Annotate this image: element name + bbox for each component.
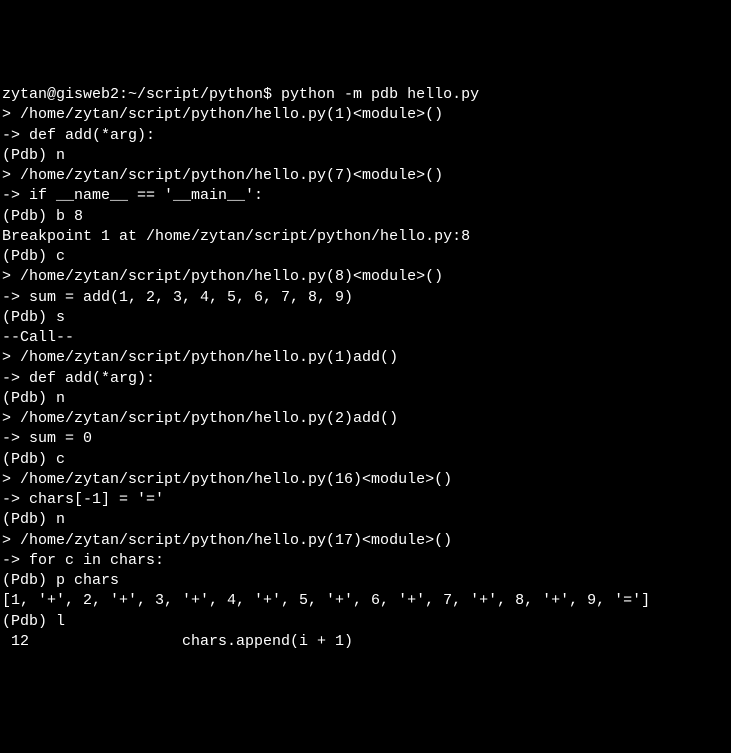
terminal-line: > /home/zytan/script/python/hello.py(1)a… bbox=[2, 348, 729, 368]
terminal-line: -> chars[-1] = '=' bbox=[2, 490, 729, 510]
terminal-line: (Pdb) s bbox=[2, 308, 729, 328]
terminal-line: (Pdb) c bbox=[2, 450, 729, 470]
terminal-line: > /home/zytan/script/python/hello.py(2)a… bbox=[2, 409, 729, 429]
terminal-line: -> def add(*arg): bbox=[2, 126, 729, 146]
terminal-line: > /home/zytan/script/python/hello.py(16)… bbox=[2, 470, 729, 490]
terminal-line: zytan@gisweb2:~/script/python$ python -m… bbox=[2, 85, 729, 105]
terminal-output[interactable]: zytan@gisweb2:~/script/python$ python -m… bbox=[2, 85, 729, 652]
terminal-line: --Call-- bbox=[2, 328, 729, 348]
terminal-line: -> def add(*arg): bbox=[2, 369, 729, 389]
terminal-line: (Pdb) p chars bbox=[2, 571, 729, 591]
terminal-line: Breakpoint 1 at /home/zytan/script/pytho… bbox=[2, 227, 729, 247]
terminal-line: (Pdb) n bbox=[2, 389, 729, 409]
terminal-line: > /home/zytan/script/python/hello.py(1)<… bbox=[2, 105, 729, 125]
terminal-line: > /home/zytan/script/python/hello.py(8)<… bbox=[2, 267, 729, 287]
terminal-line: -> if __name__ == '__main__': bbox=[2, 186, 729, 206]
terminal-line: [1, '+', 2, '+', 3, '+', 4, '+', 5, '+',… bbox=[2, 591, 729, 611]
terminal-line: (Pdb) n bbox=[2, 510, 729, 530]
terminal-line: -> sum = add(1, 2, 3, 4, 5, 6, 7, 8, 9) bbox=[2, 288, 729, 308]
terminal-line: 12 chars.append(i + 1) bbox=[2, 632, 729, 652]
terminal-line: (Pdb) c bbox=[2, 247, 729, 267]
terminal-line: > /home/zytan/script/python/hello.py(17)… bbox=[2, 531, 729, 551]
terminal-line: (Pdb) n bbox=[2, 146, 729, 166]
terminal-line: (Pdb) l bbox=[2, 612, 729, 632]
terminal-line: -> sum = 0 bbox=[2, 429, 729, 449]
terminal-line: (Pdb) b 8 bbox=[2, 207, 729, 227]
terminal-line: > /home/zytan/script/python/hello.py(7)<… bbox=[2, 166, 729, 186]
terminal-line: -> for c in chars: bbox=[2, 551, 729, 571]
